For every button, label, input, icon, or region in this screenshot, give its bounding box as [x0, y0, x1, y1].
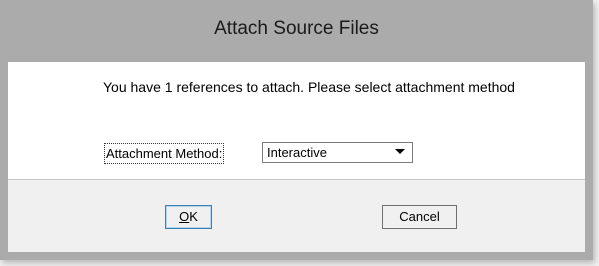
ok-button[interactable]: OK: [165, 205, 212, 229]
dialog-title: Attach Source Files: [214, 18, 379, 39]
attachment-method-label: Attachment Method:: [104, 143, 225, 164]
attach-source-files-dialog: Attach Source Files You have 1 reference…: [0, 0, 593, 260]
cancel-button[interactable]: Cancel: [382, 205, 457, 229]
divider: [8, 179, 585, 180]
dialog-body: You have 1 references to attach. Please …: [8, 62, 585, 252]
ok-accelerator: O: [179, 209, 190, 224]
attachment-method-value: Interactive: [267, 145, 327, 160]
attachment-method-select[interactable]: Interactive: [262, 142, 413, 163]
dialog-titlebar[interactable]: Attach Source Files: [0, 0, 593, 62]
ok-label-rest: K: [189, 209, 198, 224]
content-panel: You have 1 references to attach. Please …: [8, 62, 585, 179]
dialog-message: You have 1 references to attach. Please …: [103, 79, 515, 95]
chevron-down-icon[interactable]: [394, 146, 406, 158]
